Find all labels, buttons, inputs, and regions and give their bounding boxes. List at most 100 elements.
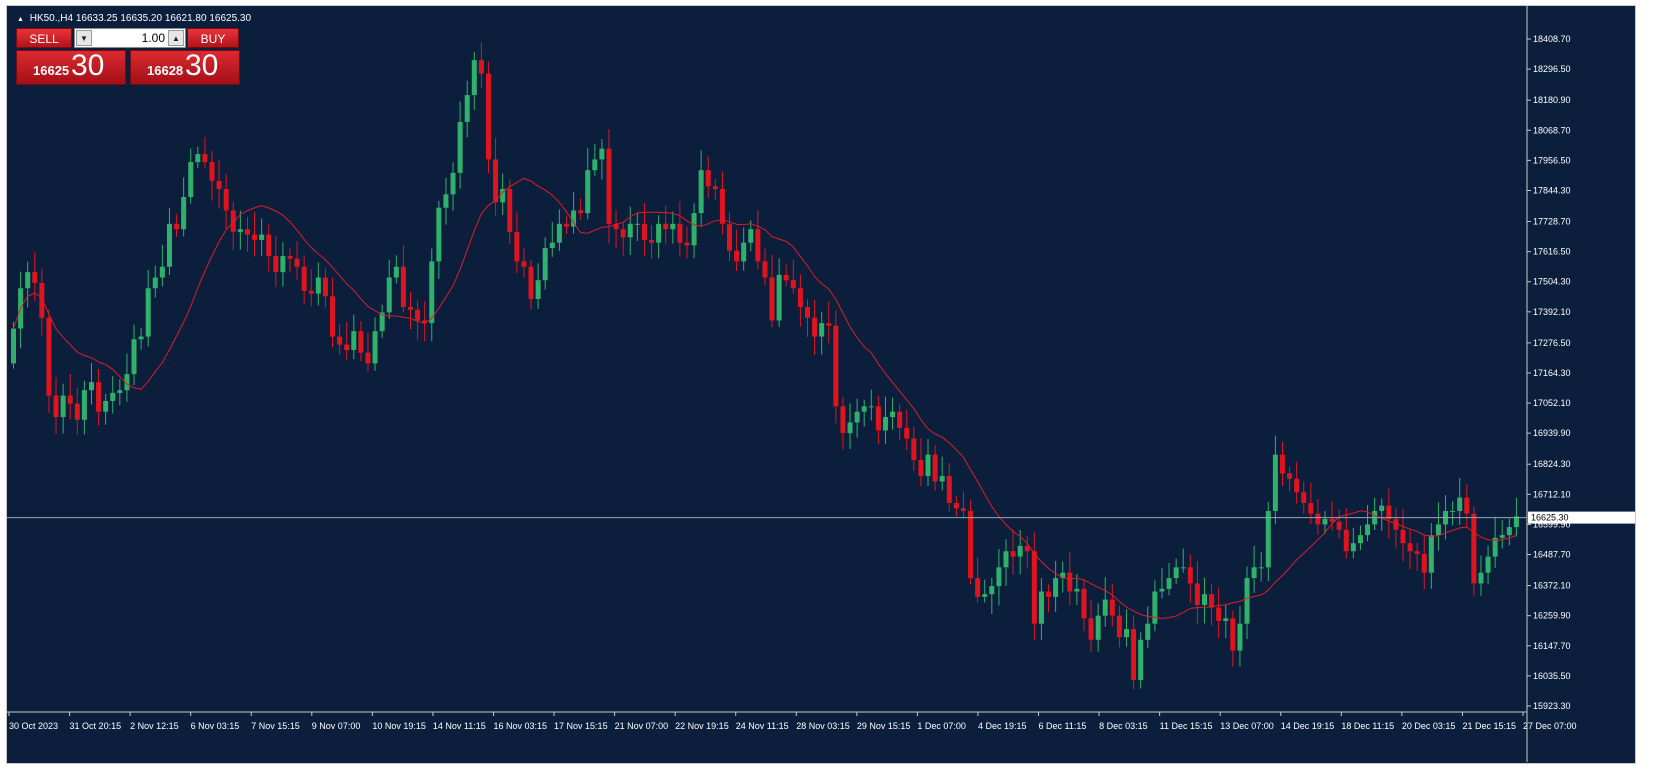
candle <box>1166 578 1172 589</box>
candle <box>386 277 392 313</box>
candle <box>1230 618 1236 651</box>
candle <box>748 229 754 243</box>
candle <box>315 277 321 294</box>
sell-price-box[interactable]: 16625 30 <box>16 49 126 85</box>
candle <box>1279 454 1285 474</box>
candle <box>840 406 846 434</box>
candle <box>117 390 123 393</box>
lot-size-input[interactable] <box>95 30 165 46</box>
candle <box>812 317 818 337</box>
candle <box>528 266 534 299</box>
triangle-up-icon[interactable]: ▲ <box>17 16 24 23</box>
candle <box>443 194 449 208</box>
y-tick-label: 17052.10 <box>1533 398 1571 408</box>
candle <box>330 296 336 337</box>
candle <box>358 331 364 353</box>
x-tick-label: 21 Nov 07:00 <box>615 721 669 731</box>
chevron-down-icon[interactable]: ▼ <box>76 30 92 46</box>
candle <box>861 406 867 412</box>
candle <box>1031 551 1037 624</box>
candle <box>932 454 938 482</box>
candle <box>407 307 413 310</box>
candle <box>464 95 470 122</box>
x-tick-label: 6 Nov 03:15 <box>191 721 240 731</box>
y-tick-label: 16372.10 <box>1533 581 1571 591</box>
x-tick-label: 4 Dec 19:15 <box>978 721 1027 731</box>
candle <box>826 323 832 326</box>
y-tick-label: 18180.90 <box>1533 95 1571 105</box>
candle <box>691 213 697 246</box>
candle <box>868 406 874 408</box>
candle <box>542 247 548 281</box>
candle <box>393 266 399 278</box>
candle <box>1223 618 1229 622</box>
candle <box>641 223 647 240</box>
candle <box>450 172 456 195</box>
candle <box>1152 591 1158 624</box>
candle <box>1336 521 1342 530</box>
x-tick-label: 29 Nov 15:15 <box>857 721 911 731</box>
candle <box>1038 591 1044 624</box>
y-tick-label: 16824.30 <box>1533 459 1571 469</box>
one-click-trading-panel: SELL ▼ ▲ BUY 16625 30 16628 30 <box>16 28 241 85</box>
candle <box>521 261 527 267</box>
candle <box>344 344 350 350</box>
symbol-label: HK50.,H4 <box>29 13 74 24</box>
candle <box>960 508 966 511</box>
y-tick-label: 16712.10 <box>1533 489 1571 499</box>
candle <box>1201 594 1207 605</box>
buy-button[interactable]: BUY <box>187 28 239 48</box>
candle <box>514 231 520 262</box>
candle <box>1343 529 1349 552</box>
candle <box>1138 639 1144 681</box>
candle <box>46 317 52 396</box>
candle <box>67 395 73 404</box>
candle <box>953 502 959 509</box>
chevron-up-icon[interactable]: ▲ <box>168 30 184 46</box>
candle <box>294 258 300 267</box>
candle <box>81 390 87 420</box>
candle <box>563 223 569 227</box>
candle <box>1435 524 1441 536</box>
candle <box>819 323 825 337</box>
y-tick-label: 17728.70 <box>1533 217 1571 227</box>
candle <box>1485 556 1491 573</box>
candle <box>273 256 279 273</box>
candle <box>1379 505 1385 511</box>
candle <box>252 234 258 240</box>
candle <box>301 266 307 291</box>
candle <box>1173 567 1179 579</box>
lot-size-stepper[interactable]: ▼ ▲ <box>74 28 186 48</box>
price-chart[interactable]: 18408.70 18296.50 18180.90 18068.70 17956.50… <box>6 5 1636 764</box>
candle <box>244 229 250 235</box>
candle <box>698 170 704 214</box>
candle <box>549 242 555 248</box>
candle <box>471 60 477 96</box>
candle <box>1350 543 1356 552</box>
candle <box>663 223 669 230</box>
x-tick-label: 17 Nov 15:15 <box>554 721 608 731</box>
candle <box>195 154 201 163</box>
candle <box>1074 588 1080 592</box>
x-tick-label: 22 Nov 19:15 <box>675 721 729 731</box>
candle <box>649 239 655 243</box>
candle <box>1046 591 1052 597</box>
sell-button[interactable]: SELL <box>16 28 72 48</box>
candle <box>854 411 860 423</box>
y-tick-label: 18068.70 <box>1533 125 1571 135</box>
candle <box>982 594 988 597</box>
x-tick-label: 16 Nov 03:15 <box>493 721 547 731</box>
candle <box>1102 599 1108 616</box>
candle <box>1251 567 1257 579</box>
candle <box>457 121 463 173</box>
candle <box>712 186 718 189</box>
y-tick-label: 17844.30 <box>1533 185 1571 195</box>
buy-price-box[interactable]: 16628 30 <box>130 49 240 85</box>
x-tick-label: 14 Dec 19:15 <box>1281 721 1335 731</box>
candle <box>1414 551 1420 554</box>
chart-svg[interactable]: 18408.70 18296.50 18180.90 18068.70 17956.50… <box>7 6 1635 763</box>
x-tick-label: 9 Nov 07:00 <box>312 721 361 731</box>
candle <box>1287 473 1293 479</box>
candle <box>975 578 981 597</box>
candle <box>989 586 995 595</box>
